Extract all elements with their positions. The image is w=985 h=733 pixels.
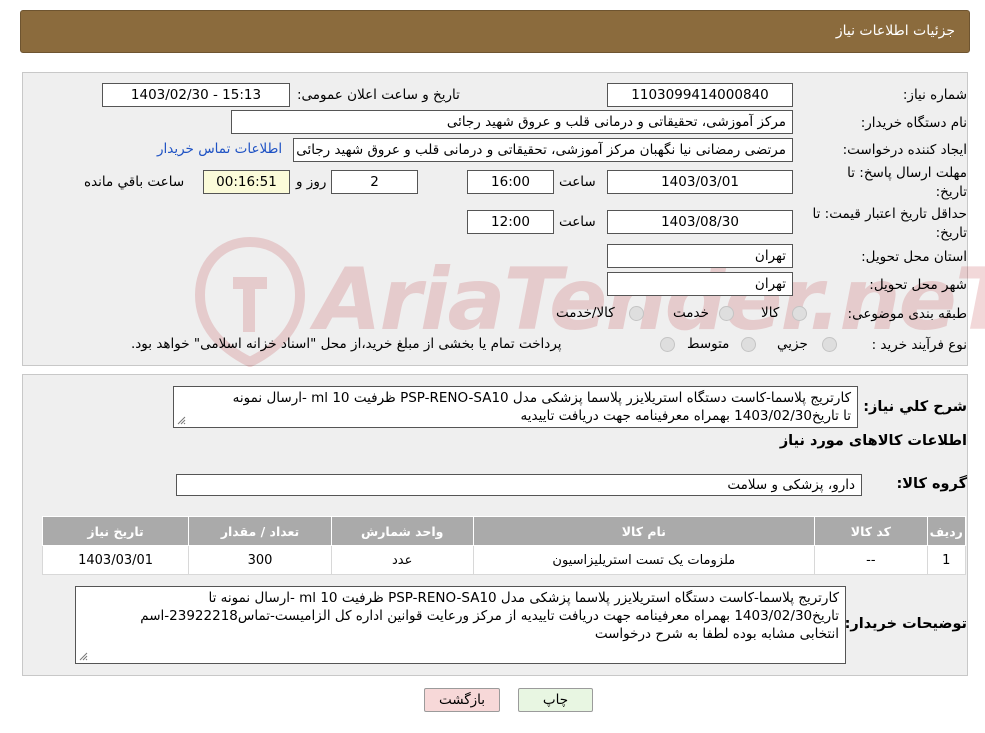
cell-unit: عدد (330, 545, 474, 575)
category-goods-radio[interactable] (792, 306, 807, 321)
items-table-header: ردیف کد کالا نام کالا واحد شمارش تعداد /… (41, 516, 967, 546)
buyer-notes-label: توضیحات خریدار: (844, 616, 967, 632)
category-goods-label: کالا (761, 305, 780, 321)
col-date-header: تاریخ نیاز (41, 516, 190, 546)
city-field[interactable]: تهران (607, 272, 793, 296)
announce-label: تاریخ و ساعت اعلان عمومی: (297, 87, 460, 103)
table-row[interactable]: 1 -- ملزومات یک تست استریلیزاسیون عدد 30… (41, 545, 967, 575)
cell-row: 1 (926, 545, 967, 575)
notes-line-3: انتخابی مشابه بوده لطفا به شرح درخواست (594, 626, 839, 642)
group-label: گروه کالا: (896, 476, 967, 492)
buyer-contact-link[interactable]: اطلاعات تماس خریدار (157, 141, 282, 157)
category-both-radio[interactable] (629, 306, 644, 321)
process-note: پرداخت تمام یا بخشی از مبلغ خرید،از محل … (131, 336, 562, 352)
cell-code: -- (814, 545, 928, 575)
deadline-time-label: ساعت (559, 174, 596, 190)
category-label: طبقه بندی موضوعی: (847, 306, 967, 322)
category-service-label: خدمت (673, 305, 709, 321)
back-button[interactable]: بازگشت (424, 688, 500, 712)
cell-qty: 300 (188, 545, 332, 575)
buyer-org-field[interactable]: مرکز آموزشی، تحقیقاتی و درمانی قلب و عرو… (231, 110, 793, 134)
deadline-time-field[interactable]: 16:00 (467, 170, 554, 194)
cell-name: ملزومات یک تست استریلیزاسیون (472, 545, 816, 575)
creator-field[interactable]: مرتضی رمضانی نیا نگهبان مرکز آموزشی، تحق… (293, 138, 793, 162)
announce-field[interactable]: 1403/02/30 - 15:13 (102, 83, 290, 107)
process-medium-label: متوسط (687, 336, 730, 352)
resize-grip-icon[interactable] (79, 652, 88, 661)
resize-grip-icon[interactable] (177, 416, 186, 425)
deadline-label: مهلت ارسال پاسخ: تا (847, 165, 967, 181)
remaining-label: ساعت باقي مانده (84, 174, 185, 190)
col-code-header: کد کالا (814, 516, 928, 546)
need-number-field[interactable]: 1103099414000840 (607, 83, 793, 107)
summary-line-1: کارتریج پلاسما-کاست دستگاه استریلایزر پل… (232, 390, 851, 406)
days-label: روز و (296, 174, 327, 190)
process-treasury-radio[interactable] (660, 337, 675, 352)
province-field[interactable]: تهران (607, 244, 793, 268)
cell-date: 1403/03/01 (41, 545, 190, 575)
items-table: ردیف کد کالا نام کالا واحد شمارش تعداد /… (41, 516, 967, 575)
page-title: جزئیات اطلاعات نیاز (835, 23, 955, 39)
col-unit-header: واحد شمارش (330, 516, 474, 546)
remaining-time-field: 00:16:51 (203, 170, 290, 194)
summary-line-2: تا تاریخ1403/02/30 بهمراه معرفینامه جهت … (520, 408, 851, 424)
process-label: نوع فرآیند خرید : (871, 337, 967, 353)
days-field[interactable]: 2 (331, 170, 418, 194)
col-row-header: ردیف (926, 516, 967, 546)
validity-time-label: ساعت (559, 214, 596, 230)
notes-line-1: کارتریج پلاسما-کاست دستگاه استریلایزر پل… (208, 590, 839, 606)
process-medium-radio[interactable] (741, 337, 756, 352)
validity-label: حداقل تاریخ اعتبار قیمت: تا (812, 206, 967, 222)
buyer-org-label: نام دستگاه خریدار: (860, 115, 967, 131)
items-section-title: اطلاعات کالاهای مورد نیاز (779, 433, 967, 449)
deadline-date-field[interactable]: 1403/03/01 (607, 170, 793, 194)
page-header: جزئیات اطلاعات نیاز (20, 10, 970, 53)
city-label: شهر محل تحویل: (869, 277, 967, 293)
summary-label: شرح کلي نیاز: (863, 399, 967, 415)
col-name-header: نام کالا (472, 516, 816, 546)
col-qty-header: تعداد / مقدار (188, 516, 332, 546)
notes-line-2: تاریخ1403/02/30 بهمراه معرفینامه جهت دری… (140, 608, 839, 624)
category-service-radio[interactable] (719, 306, 734, 321)
buyer-notes-textarea[interactable]: کارتریج پلاسما-کاست دستگاه استریلایزر پل… (75, 586, 846, 664)
process-minor-radio[interactable] (822, 337, 837, 352)
validity-label-2: تاریخ: (935, 225, 967, 241)
validity-date-field[interactable]: 1403/08/30 (607, 210, 793, 234)
summary-textarea[interactable]: کارتریج پلاسما-کاست دستگاه استریلایزر پل… (173, 386, 858, 428)
category-both-label: کالا/خدمت (556, 305, 615, 321)
process-minor-label: جزیي (777, 336, 808, 352)
deadline-label-2: تاریخ: (935, 184, 967, 200)
print-button[interactable]: چاپ (518, 688, 593, 712)
province-label: استان محل تحویل: (861, 249, 967, 265)
validity-time-field[interactable]: 12:00 (467, 210, 554, 234)
group-field[interactable]: دارو، پزشکی و سلامت (176, 474, 862, 496)
creator-label: ایجاد کننده درخواست: (842, 142, 967, 158)
need-number-label: شماره نیاز: (902, 87, 967, 103)
